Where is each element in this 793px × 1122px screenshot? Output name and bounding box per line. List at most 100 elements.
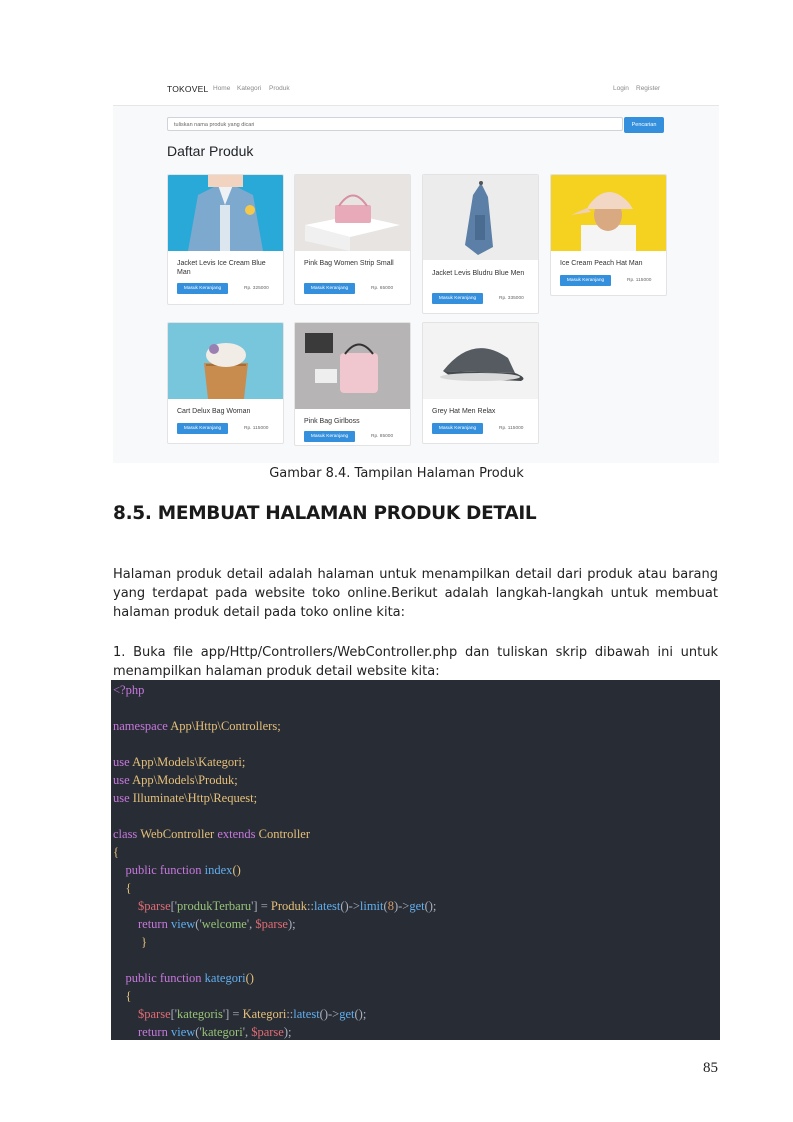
- code-token: {: [113, 989, 132, 1003]
- product-list-title: Daftar Produk: [167, 143, 254, 159]
- nav-link-kategori[interactable]: Kategori: [237, 85, 261, 92]
- code-token: (): [232, 863, 241, 877]
- nav-link-produk[interactable]: Produk: [269, 85, 290, 92]
- search-button[interactable]: Pencarian: [624, 117, 664, 133]
- add-to-cart-button[interactable]: Masuk Keranjang: [432, 423, 483, 434]
- navbar: TOKOVEL Home Kategori Produk Login Regis…: [113, 75, 719, 106]
- product-image: [423, 175, 538, 260]
- code-token: $parse: [113, 1007, 171, 1021]
- code-token: view: [170, 1025, 196, 1039]
- code-token: $parse: [255, 917, 288, 931]
- code-token: '] =: [251, 899, 271, 913]
- code-token: return: [113, 917, 171, 931]
- code-line: {: [113, 879, 132, 897]
- code-token: ();: [354, 1007, 367, 1021]
- brand-logo[interactable]: TOKOVEL: [167, 84, 208, 94]
- add-to-cart-button[interactable]: Masuk Keranjang: [560, 275, 611, 286]
- code-token: return: [113, 1025, 171, 1039]
- product-price: Rp. 85000: [371, 434, 394, 439]
- add-to-cart-button[interactable]: Masuk Keranjang: [432, 293, 483, 304]
- figure-caption: Gambar 8.4. Tampilan Halaman Produk: [269, 466, 524, 481]
- code-line: class WebController extends Controller: [113, 825, 310, 843]
- product-card[interactable]: Pink Bag Women Strip Small Masuk Keranja…: [294, 174, 411, 305]
- add-to-cart-button[interactable]: Masuk Keranjang: [304, 283, 355, 294]
- nav-link-register[interactable]: Register: [636, 85, 660, 92]
- code-token: class: [113, 827, 141, 841]
- product-image: [168, 175, 283, 251]
- code-line: {: [113, 843, 119, 861]
- code-token: welcome: [201, 917, 247, 931]
- product-name[interactable]: Ice Cream Peach Hat Man: [560, 259, 660, 268]
- product-image: [551, 175, 666, 251]
- code-token: produkTerbaru: [177, 899, 252, 913]
- code-line: <?php: [113, 681, 144, 699]
- code-token: Produk: [270, 899, 307, 913]
- product-name[interactable]: Grey Hat Men Relax: [432, 407, 532, 416]
- code-token: Kategori: [242, 1007, 287, 1021]
- intro-paragraph: Halaman produk detail adalah halaman unt…: [113, 567, 718, 620]
- code-token: use: [113, 773, 133, 787]
- code-token: get: [339, 1007, 355, 1021]
- nav-link-home[interactable]: Home: [213, 85, 230, 92]
- product-price: Rp. 335000: [499, 296, 524, 301]
- code-token: }: [113, 935, 148, 949]
- code-token: );: [287, 917, 296, 931]
- code-token: App\Models\Kategori;: [132, 755, 246, 769]
- search-input[interactable]: tuliskan nama produk yang dicari: [167, 117, 623, 131]
- code-line: $parse['kategoris'] = Kategori::latest()…: [113, 1005, 366, 1023]
- code-line: }: [113, 933, 147, 951]
- nav-link-login[interactable]: Login: [613, 85, 629, 92]
- code-token: kategori: [201, 1025, 243, 1039]
- product-name[interactable]: Jacket Levis Ice Cream Blue Man: [177, 259, 277, 277]
- add-to-cart-button[interactable]: Masuk Keranjang: [304, 431, 355, 442]
- add-to-cart-button[interactable]: Masuk Keranjang: [177, 423, 228, 434]
- product-name[interactable]: Jacket Levis Bludru Blue Men: [432, 269, 532, 278]
- code-token: );: [283, 1025, 292, 1039]
- code-token: index: [204, 863, 233, 877]
- product-image: [295, 323, 410, 409]
- code-token: kategori: [204, 971, 246, 985]
- step-paragraph: 1. Buka file app/Http/Controllers/WebCon…: [113, 645, 718, 679]
- code-token: ()->: [340, 899, 360, 913]
- code-token: use: [113, 791, 133, 805]
- product-name[interactable]: Cart Delux Bag Woman: [177, 407, 277, 416]
- code-token: latest: [293, 1007, 320, 1021]
- code-line: public function kategori(): [113, 969, 254, 987]
- code-token: extends: [217, 827, 259, 841]
- code-token: {: [113, 845, 119, 859]
- product-price: Rp. 115000: [627, 278, 652, 283]
- code-token: '] =: [222, 1007, 243, 1021]
- code-token: use: [113, 755, 133, 769]
- code-line: {: [113, 987, 132, 1005]
- product-card[interactable]: Jacket Levis Bludru Blue Men Masuk Keran…: [422, 174, 539, 314]
- code-line: return view('kategori', $parse);: [113, 1023, 291, 1040]
- code-token: (): [245, 971, 254, 985]
- page-number: 85: [703, 1060, 718, 1076]
- product-card[interactable]: Ice Cream Peach Hat Man Masuk Keranjang …: [550, 174, 667, 296]
- section-heading: 8.5. MEMBUAT HALAMAN PRODUK DETAIL: [113, 503, 537, 524]
- product-card[interactable]: Cart Delux Bag Woman Masuk Keranjang Rp.…: [167, 322, 284, 444]
- code-token: App\Http\Controllers;: [170, 719, 281, 733]
- code-token: App\Models\Produk;: [132, 773, 238, 787]
- product-card[interactable]: Jacket Levis Ice Cream Blue Man Masuk Ke…: [167, 174, 284, 305]
- code-token: $parse: [251, 1025, 284, 1039]
- product-card[interactable]: Pink Bag Girlboss Masuk Keranjang Rp. 85…: [294, 322, 411, 446]
- product-card[interactable]: Grey Hat Men Relax Masuk Keranjang Rp. 1…: [422, 322, 539, 444]
- code-token: public function: [113, 863, 205, 877]
- code-token: ',: [242, 1025, 252, 1039]
- code-token: get: [409, 899, 425, 913]
- product-name[interactable]: Pink Bag Girlboss: [304, 417, 404, 426]
- product-price: Rp. 325000: [244, 286, 269, 291]
- code-line: use App\Models\Kategori;: [113, 753, 245, 771]
- product-name[interactable]: Pink Bag Women Strip Small: [304, 259, 404, 268]
- add-to-cart-button[interactable]: Masuk Keranjang: [177, 283, 228, 294]
- product-image: [295, 175, 410, 251]
- code-token: kategoris: [177, 1007, 223, 1021]
- product-page-screenshot: TOKOVEL Home Kategori Produk Login Regis…: [113, 75, 719, 463]
- code-line: public function index(): [113, 861, 241, 879]
- product-price: Rp. 65000: [371, 286, 394, 291]
- code-token: view: [170, 917, 196, 931]
- code-token: Illuminate\Http\Request;: [132, 791, 258, 805]
- code-line: return view('welcome', $parse);: [113, 915, 296, 933]
- code-token: WebController: [140, 827, 218, 841]
